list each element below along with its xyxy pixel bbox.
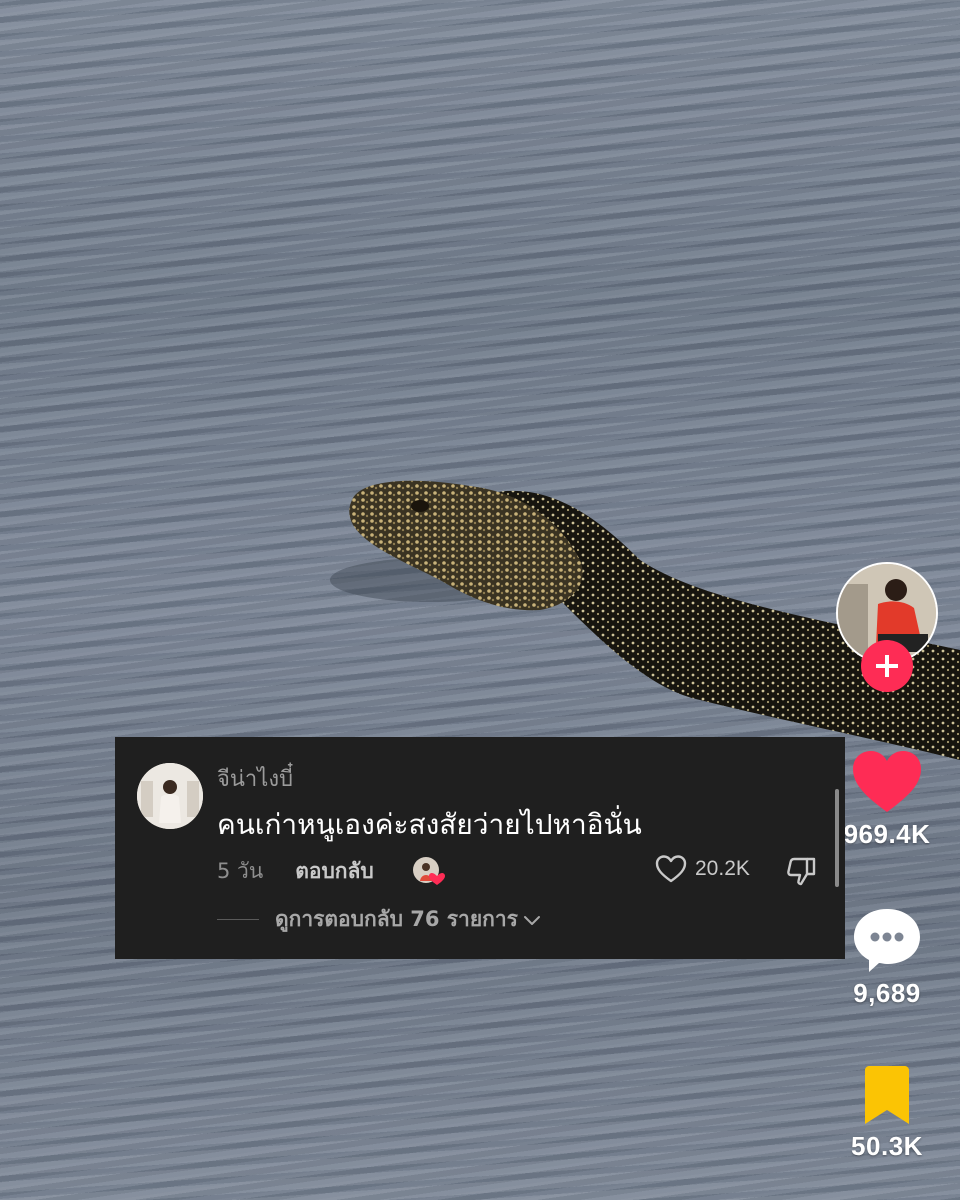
comment-like-count: 20.2K xyxy=(695,857,750,880)
commenter-photo xyxy=(137,763,203,829)
thumbs-down-icon xyxy=(787,857,816,886)
comment-like-button[interactable]: 20.2K xyxy=(655,855,750,883)
comment-time: 5 วัน xyxy=(217,858,264,883)
replies-divider xyxy=(217,919,259,920)
creator-liked-badge xyxy=(413,857,445,887)
heart-outline-icon xyxy=(655,855,687,883)
comment-action: 9,689 xyxy=(842,905,932,1009)
plus-icon xyxy=(876,655,898,677)
comment-meta: 5 วัน ตอบกลับ xyxy=(217,855,374,887)
save-action: 50.3K xyxy=(842,1066,932,1162)
view-replies-button[interactable]: ดูการตอบกลับ 76 รายการ xyxy=(217,903,542,936)
comment-button[interactable] xyxy=(851,905,923,978)
creator-liked-icon xyxy=(413,857,445,885)
like-button[interactable] xyxy=(851,750,923,819)
save-button[interactable] xyxy=(861,1066,913,1131)
comment-card: จีน่าไงบี๋ คนเก่าหนูเองค่ะสงสัยว่ายไปหาอ… xyxy=(115,737,845,959)
save-count: 50.3K xyxy=(851,1131,923,1161)
heart-icon xyxy=(853,751,921,812)
chevron-down-icon xyxy=(523,915,540,925)
comment-dislike-button[interactable] xyxy=(785,855,817,890)
comment-scrollbar[interactable] xyxy=(835,789,839,887)
reply-button[interactable]: ตอบกลับ xyxy=(295,855,374,888)
commenter-avatar[interactable] xyxy=(137,763,203,829)
like-count: 969.4K xyxy=(843,819,931,849)
monitor-lizard-image xyxy=(330,480,960,760)
creator-avatar-group xyxy=(836,562,938,692)
like-action: 969.4K xyxy=(842,750,932,850)
comment-count: 9,689 xyxy=(853,978,921,1008)
view-replies-label: ดูการตอบกลับ 76 รายการ xyxy=(275,907,518,931)
commenter-username[interactable]: จีน่าไงบี๋ xyxy=(217,761,293,796)
comment-bubble-icon xyxy=(854,909,920,972)
bookmark-icon xyxy=(865,1066,909,1124)
comment-text: คนเก่าหนูเองค่ะสงสัยว่ายไปหาอินั่น xyxy=(217,808,642,841)
follow-button[interactable] xyxy=(861,640,913,692)
